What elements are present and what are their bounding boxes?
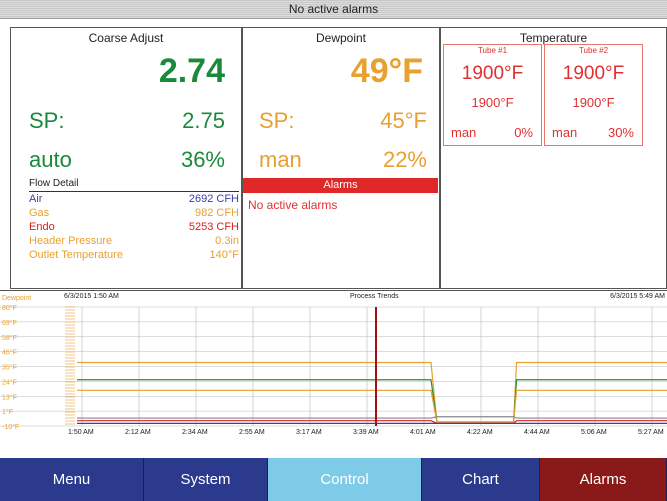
temperature-title: Temperature: [519, 31, 588, 45]
flow-detail-divider: [29, 191, 239, 192]
flow-row-label: Endo: [29, 221, 55, 233]
alarm-status-bar[interactable]: No active alarms: [0, 0, 667, 19]
tube-2-mode[interactable]: man: [552, 125, 577, 140]
flow-row-value: 2692 CFH: [188, 193, 239, 205]
trend-xtick-label: 4:01 AM: [410, 429, 436, 436]
flow-row-value: 140°F: [209, 249, 239, 261]
trend-xtick-label: 4:22 AM: [467, 429, 493, 436]
flow-row-label: Header Pressure: [29, 235, 113, 247]
flow-detail-title: Flow Detail: [29, 178, 79, 189]
trend-xtick-label: 5:06 AM: [581, 429, 607, 436]
alarms-panel-header[interactable]: Alarms: [243, 178, 438, 193]
flow-row-value: 0.3in: [215, 235, 239, 247]
trend-series-line: [77, 361, 667, 423]
dewpoint-panel[interactable]: Dewpoint 49°F SP: 45°F man 22%: [242, 27, 440, 289]
coarse-sp-value[interactable]: 2.75: [182, 108, 225, 134]
tube-2-name: Tube #2: [578, 46, 609, 55]
dewpoint-mode[interactable]: man: [259, 147, 302, 173]
trend-ytick-label: 58°F: [2, 334, 17, 342]
coarse-adjust-panel[interactable]: Coarse Adjust 2.74 SP: 2.75 auto 36% Flo…: [10, 27, 242, 289]
nav-chart-button[interactable]: Chart: [422, 458, 540, 501]
trend-ytick-label: 13°F: [2, 393, 17, 401]
bottom-nav: Menu System Control Chart Alarms: [0, 458, 667, 501]
trend-plot-area[interactable]: 80°F 69°F 58°F 46°F 35°F 24°F 13°F 1°F -10°F 1:50…: [0, 291, 667, 439]
trend-xtick-label: 1:50 AM: [68, 429, 94, 436]
flow-row-label: Outlet Temperature: [29, 249, 123, 261]
trend-ytick-label: -10°F: [2, 423, 19, 431]
process-trend-chart[interactable]: Dewpoint 6/3/2015 1:50 AM Process Trends…: [0, 290, 667, 439]
trend-xtick-label: 2:55 AM: [239, 429, 265, 436]
trend-ytick-label: 46°F: [2, 349, 17, 357]
coarse-sp-label: SP:: [29, 108, 65, 133]
dewpoint-sp-label: SP:: [259, 108, 295, 133]
trend-xtick-label: 3:39 AM: [353, 429, 379, 436]
trend-xtick-label: 2:12 AM: [125, 429, 151, 436]
trend-ytick-label: 69°F: [2, 319, 17, 327]
dewpoint-value: 49°F: [350, 52, 423, 90]
nav-system-button[interactable]: System: [144, 458, 268, 501]
flow-row: Outlet Temperature 140°F: [29, 249, 239, 261]
tube-2-pv: 1900°F: [562, 63, 625, 84]
tube-2-card[interactable]: Tube #2 1900°F 1900°F man 30%: [544, 44, 643, 146]
alarms-panel-message: No active alarms: [248, 198, 338, 212]
flow-row-value: 982 CFH: [194, 207, 239, 219]
flow-row: Header Pressure 0.3in: [29, 235, 239, 247]
flow-row: Endo 5253 CFH: [29, 221, 239, 233]
flow-row: Air 2692 CFH: [29, 193, 239, 205]
tube-1-card[interactable]: Tube #1 1900°F 1900°F man 0%: [443, 44, 542, 146]
dewpoint-output[interactable]: 22%: [383, 147, 427, 173]
dewpoint-title: Dewpoint: [315, 31, 367, 45]
dewpoint-sp-value[interactable]: 45°F: [380, 108, 427, 134]
tube-2-sp[interactable]: 1900°F: [545, 95, 642, 110]
nav-menu-button[interactable]: Menu: [0, 458, 144, 501]
trend-series-line: [77, 379, 667, 423]
flow-row: Gas 982 CFH: [29, 207, 239, 219]
coarse-adjust-value: 2.74: [158, 52, 225, 90]
flow-row-label: Gas: [29, 207, 50, 219]
tube-1-mode[interactable]: man: [451, 125, 476, 140]
nav-spacer: [0, 438, 667, 458]
trend-series-line: [77, 389, 667, 423]
coarse-adjust-title: Coarse Adjust: [88, 31, 164, 45]
flow-row-label: Air: [29, 193, 43, 205]
trend-series-line: [77, 416, 667, 419]
trend-ytick-label: 80°F: [2, 304, 17, 312]
trend-xtick-label: 3:17 AM: [296, 429, 322, 436]
trend-xtick-label: 5:27 AM: [638, 429, 664, 436]
trend-ytick-label: 24°F: [2, 378, 17, 386]
flow-row-value: 5253 CFH: [188, 221, 239, 233]
coarse-mode[interactable]: auto: [29, 147, 72, 173]
tube-2-output[interactable]: 30%: [608, 125, 634, 140]
trend-xtick-label: 2:34 AM: [182, 429, 208, 436]
trend-ytick-label: 35°F: [2, 364, 17, 372]
tube-1-name: Tube #1: [477, 46, 508, 55]
tube-1-output[interactable]: 0%: [514, 125, 533, 140]
trend-ytick-label: 1°F: [2, 408, 13, 416]
tube-1-sp[interactable]: 1900°F: [444, 95, 541, 110]
nav-control-button[interactable]: Control: [268, 458, 422, 501]
nav-alarms-button[interactable]: Alarms: [540, 458, 667, 501]
trend-xtick-label: 4:44 AM: [524, 429, 550, 436]
coarse-output[interactable]: 36%: [181, 147, 225, 173]
tube-1-pv: 1900°F: [461, 63, 524, 84]
